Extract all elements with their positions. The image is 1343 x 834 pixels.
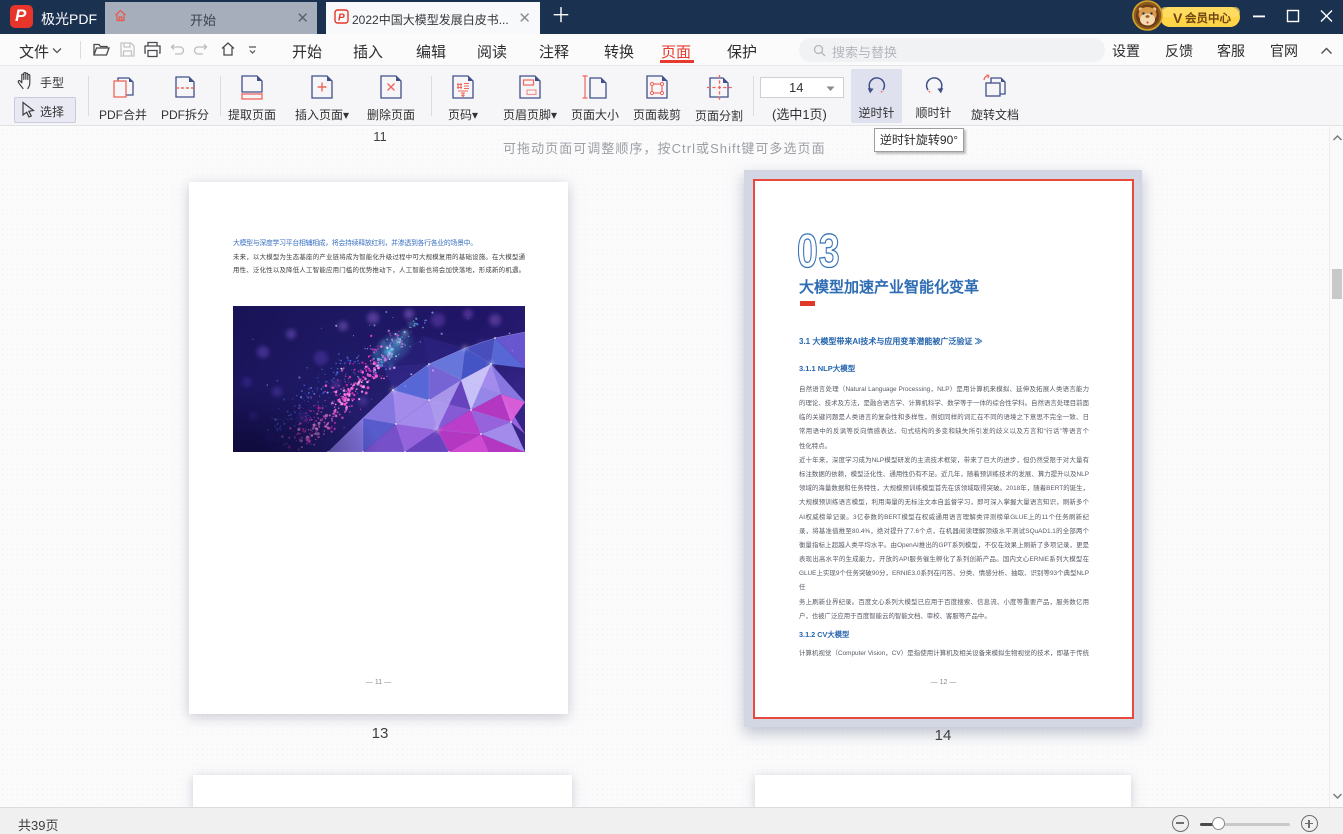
svg-text:P: P (338, 13, 345, 24)
svg-text:会员中心: 会员中心 (1184, 11, 1231, 25)
svg-text:V: V (1173, 10, 1183, 26)
